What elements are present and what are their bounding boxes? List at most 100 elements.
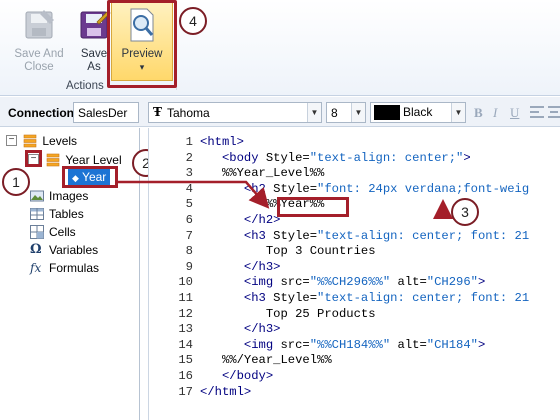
code-line[interactable]: 1 <html>: [149, 135, 560, 151]
callout-badge-1: 1: [2, 168, 30, 196]
code-line[interactable]: 9 </h3>: [149, 260, 560, 276]
font-size-select[interactable]: 8 ▼: [326, 102, 366, 123]
callout-highlight-2: [62, 166, 118, 188]
italic-button[interactable]: I: [493, 105, 497, 121]
code-text: </h2>: [243, 213, 281, 227]
cell-icon: [30, 224, 44, 239]
code-line[interactable]: 4 <h2 Style="font: 24px verdana;font-wei…: [149, 182, 560, 198]
save-as-icon: [80, 10, 111, 39]
levels-icon: [24, 134, 37, 148]
line-number: 13: [178, 322, 193, 337]
line-number: 10: [178, 275, 193, 290]
tree-label-cells: Cells: [49, 224, 76, 239]
bold-button[interactable]: B: [474, 105, 483, 121]
code-text: <h3 Style="text-align: center; font: 21: [243, 291, 530, 305]
line-number: 15: [178, 353, 193, 368]
code-line[interactable]: 16 </body>: [149, 369, 560, 385]
code-line[interactable]: 12 Top 25 Products: [149, 307, 560, 323]
chevron-down-icon[interactable]: ▼: [351, 103, 365, 122]
code-line[interactable]: 2 <body Style="text-align: center;">: [149, 151, 560, 167]
font-color-value: Black: [403, 105, 433, 119]
font-value: Tahoma: [167, 106, 210, 120]
tree-label-images: Images: [49, 188, 89, 203]
callout-badge-4: 4: [179, 7, 207, 35]
line-number: 4: [185, 181, 193, 196]
level-icon: [47, 153, 60, 167]
tree-label-formulas: Formulas: [49, 260, 100, 275]
font-color-select[interactable]: Black ▼: [370, 102, 466, 123]
tree-label-variables: Variables: [49, 242, 99, 257]
code-line[interactable]: 10 <img src="%%CH296%%" alt="CH296">: [149, 275, 560, 291]
connection-select[interactable]: SalesDer: [73, 102, 139, 123]
code-text: <html>: [200, 135, 244, 149]
code-line[interactable]: 15 %%/Year_Level%%: [149, 353, 560, 369]
tree-item-variables[interactable]: Ω Variables: [30, 242, 98, 260]
code-text: </html>: [200, 384, 252, 399]
font-select[interactable]: Ŧ Tahoma ▼: [148, 102, 322, 123]
tree-item-images[interactable]: Images: [30, 188, 88, 206]
code-text: <img src="%%CH184%%" alt="CH184">: [243, 337, 486, 352]
code-text: </h3>: [243, 322, 281, 337]
tree-item-formulas[interactable]: fx Formulas: [30, 260, 99, 278]
code-text: <img src="%%CH296%%" alt="CH296">: [243, 275, 486, 290]
tree-label-levels: Levels: [42, 133, 78, 148]
line-number: 9: [185, 259, 193, 274]
font-size-value: 8: [331, 106, 338, 120]
line-number: 6: [185, 213, 193, 227]
line-number: 14: [178, 337, 193, 352]
code-line[interactable]: 5 %%Year%%: [149, 197, 560, 213]
tree-item-levels[interactable]: − Levels: [6, 133, 77, 151]
line-number: 8: [185, 244, 193, 259]
code-line[interactable]: 11 <h3 Style="text-align: center; font: …: [149, 291, 560, 307]
save-and-close-button[interactable]: Save And Close: [8, 4, 70, 84]
line-number: 7: [185, 228, 193, 243]
tree-label-year-level: Year Level: [65, 152, 122, 167]
code-text: </h3>: [243, 259, 281, 274]
line-number: 17: [178, 384, 193, 399]
code-line[interactable]: 13 </h3>: [149, 322, 560, 338]
collapse-toggle[interactable]: −: [6, 135, 17, 147]
connection-label: Connection: [8, 106, 74, 120]
code-line[interactable]: 14 <img src="%%CH184%%" alt="CH184">: [149, 338, 560, 354]
save-and-close-icon: [25, 10, 54, 39]
chevron-down-icon[interactable]: ▼: [307, 103, 321, 122]
code-editor[interactable]: 1 <html> 2 <body Style="text-align: center…: [148, 128, 560, 420]
ribbon: Save And Close Save As Preview ▾ Actions: [0, 0, 560, 96]
formatting-toolbar: Connection SalesDer Ŧ Tahoma ▼ 8 ▼ Black…: [0, 97, 560, 127]
code-text: </body>: [221, 369, 274, 383]
tree-item-cells[interactable]: Cells: [30, 224, 76, 242]
tree-item-tables[interactable]: Tables: [30, 206, 84, 224]
code-text: Top 25 Products: [200, 306, 376, 321]
line-number: 11: [178, 291, 193, 305]
line-number: 5: [185, 197, 193, 212]
code-line[interactable]: 7 <h3 Style="text-align: center; font: 2…: [149, 229, 560, 245]
code-line[interactable]: 8 Top 3 Countries: [149, 244, 560, 260]
omega-icon: Ω: [30, 241, 42, 257]
chevron-down-icon[interactable]: ▼: [451, 103, 465, 122]
line-number: 3: [185, 166, 193, 181]
code-text: <body Style="text-align: center;">: [221, 150, 471, 165]
save-and-close-label-2: Close: [24, 61, 54, 73]
line-number: 16: [178, 369, 193, 383]
actions-group-label: Actions: [66, 80, 104, 92]
align-left-icon[interactable]: [530, 106, 544, 118]
code-text: <h2 Style="font: 24px verdana;font-weig: [243, 181, 530, 196]
code-text: Top 3 Countries: [200, 244, 376, 259]
line-number: 2: [185, 150, 193, 165]
function-icon: fx: [30, 260, 42, 275]
line-number: 1: [185, 135, 193, 149]
callout-highlight-year: [277, 197, 349, 217]
align-center-icon[interactable]: [548, 106, 560, 118]
code-text: <h3 Style="text-align: center; font: 21: [243, 228, 530, 243]
tree-label-tables: Tables: [49, 206, 84, 221]
callout-highlight-1: [25, 150, 42, 167]
line-number: 12: [178, 306, 193, 321]
table-icon: [30, 207, 44, 220]
image-icon: [30, 190, 44, 202]
underline-button[interactable]: U: [510, 105, 519, 121]
code-line[interactable]: 17 </html>: [149, 385, 560, 401]
code-text: %%Year_Level%%: [200, 166, 325, 181]
callout-highlight-4: [107, 0, 177, 88]
code-line[interactable]: 3 %%Year_Level%%: [149, 166, 560, 182]
code-line[interactable]: 6 </h2>: [149, 213, 560, 229]
